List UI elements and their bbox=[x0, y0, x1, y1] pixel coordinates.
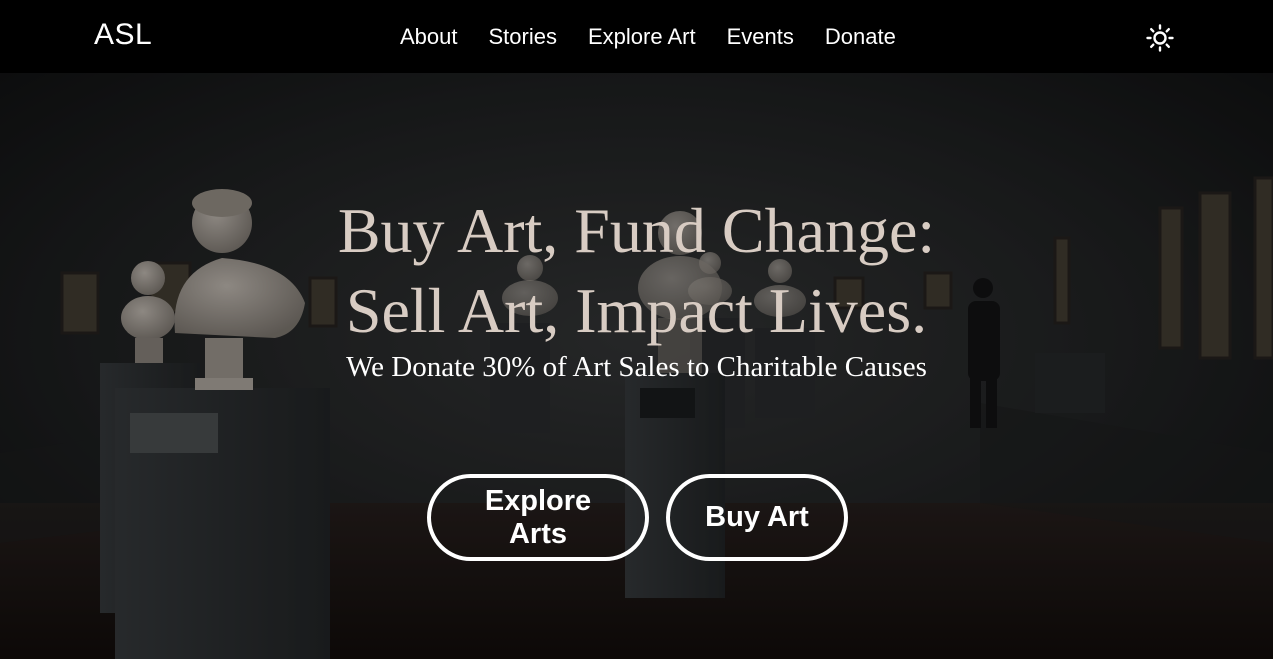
hero-content: Buy Art, Fund Change: Sell Art, Impact L… bbox=[0, 191, 1273, 387]
sun-icon bbox=[1146, 24, 1174, 52]
hero-section: Buy Art, Fund Change: Sell Art, Impact L… bbox=[0, 73, 1273, 659]
theme-toggle-button[interactable] bbox=[1145, 23, 1175, 53]
nav-links: About Stories Explore Art Events Donate bbox=[400, 22, 896, 52]
nav-item-explore-art[interactable]: Explore Art bbox=[588, 22, 696, 52]
navbar: ASL About Stories Explore Art Events Don… bbox=[0, 0, 1273, 73]
hero-subheadline: We Donate 30% of Art Sales to Charitable… bbox=[346, 351, 927, 383]
headline-line-2: Sell Art, Impact Lives. bbox=[345, 275, 928, 346]
cta-button-group: Explore Arts Buy Art bbox=[0, 474, 1273, 561]
brand-logo[interactable]: ASL bbox=[94, 18, 152, 52]
headline-line-1: Buy Art, Fund Change: bbox=[337, 195, 936, 266]
explore-arts-button[interactable]: Explore Arts bbox=[427, 474, 649, 561]
nav-item-stories[interactable]: Stories bbox=[489, 22, 557, 52]
nav-item-events[interactable]: Events bbox=[727, 22, 794, 52]
buy-art-button[interactable]: Buy Art bbox=[666, 474, 848, 561]
hero-headline: Buy Art, Fund Change: Sell Art, Impact L… bbox=[0, 191, 1273, 351]
nav-item-donate[interactable]: Donate bbox=[825, 22, 896, 52]
nav-item-about[interactable]: About bbox=[400, 22, 458, 52]
